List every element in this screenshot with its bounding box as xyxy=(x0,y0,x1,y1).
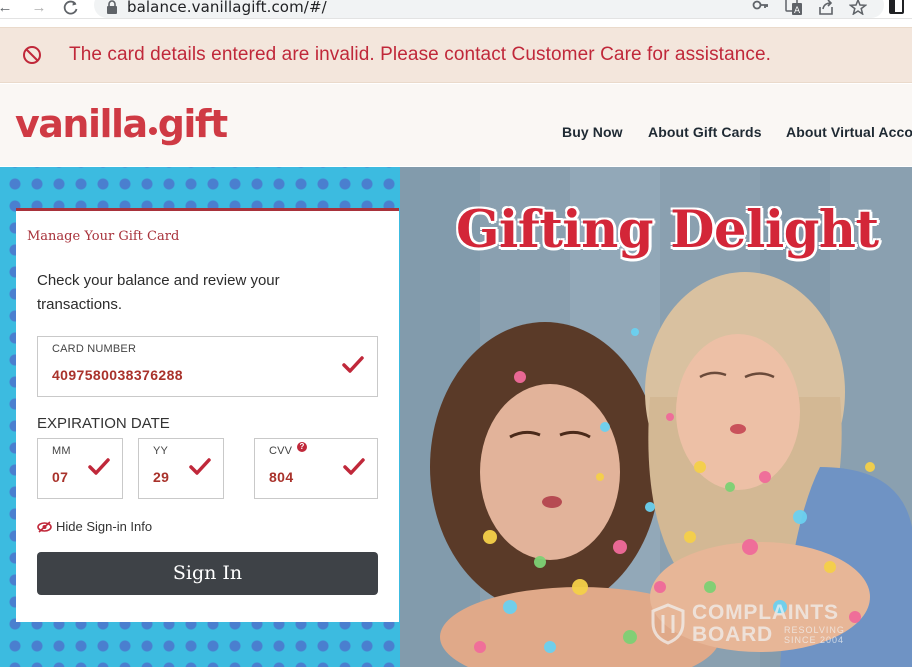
watermark-tagline-1: RESOLVING xyxy=(784,625,845,635)
nav-about-gift-cards[interactable]: About Gift Cards xyxy=(648,124,762,140)
complaints-board-watermark: COMPLAINTS BOARD RESOLVING SINCE 2004 xyxy=(650,601,870,651)
yy-label: YY xyxy=(153,445,169,457)
error-message: The card details entered are invalid. Pl… xyxy=(69,44,772,65)
expiration-year-field[interactable]: YY 29 xyxy=(138,438,224,499)
expiration-date-label: EXPIRATION DATE xyxy=(37,415,170,432)
nav-about-virtual-accounts[interactable]: About Virtual Accou xyxy=(786,124,912,140)
yy-value[interactable]: 29 xyxy=(153,469,169,485)
expiration-month-field[interactable]: MM 07 xyxy=(37,438,123,499)
logo-part-vanilla: vanilla xyxy=(15,102,148,146)
hide-sign-in-info-label: Hide Sign-in Info xyxy=(56,519,153,534)
cvv-field[interactable]: CVV ? 804 xyxy=(254,438,378,499)
star-icon[interactable] xyxy=(849,0,867,15)
watermark-tagline: RESOLVING SINCE 2004 xyxy=(784,625,845,645)
nav-buy-now[interactable]: Buy Now xyxy=(562,124,623,140)
checkmark-icon xyxy=(342,356,364,373)
logo-part-gift: gift xyxy=(157,102,228,146)
checkmark-icon xyxy=(343,458,365,475)
reload-icon[interactable] xyxy=(60,0,82,19)
help-icon[interactable]: ? xyxy=(297,442,307,452)
sign-in-button[interactable]: Sign In xyxy=(37,552,378,595)
checkmark-icon xyxy=(189,458,211,475)
key-icon[interactable] xyxy=(752,0,770,15)
eye-slash-icon xyxy=(37,521,52,533)
back-arrow-icon[interactable]: ← xyxy=(0,0,16,19)
error-alert: The card details entered are invalid. Pl… xyxy=(0,27,912,83)
watermark-line2: BOARD xyxy=(692,623,773,646)
cvv-value[interactable]: 804 xyxy=(269,469,294,485)
url-text[interactable]: balance.vanillagift.com/#/ xyxy=(127,0,327,16)
card-number-value[interactable]: 4097580038376288 xyxy=(52,367,183,383)
forward-arrow-icon[interactable]: → xyxy=(28,0,50,19)
panel-description: Check your balance and review your trans… xyxy=(37,272,280,313)
card-number-field[interactable]: CARD NUMBER 4097580038376288 xyxy=(37,336,378,397)
logo-dot xyxy=(148,127,157,135)
share-icon[interactable] xyxy=(818,0,836,15)
browser-toolbar: ← → balance.vanillagift.com/#/ A xyxy=(0,0,912,19)
lock-icon xyxy=(107,0,117,14)
shield-icon xyxy=(651,603,685,645)
sidebar-icon[interactable] xyxy=(888,0,906,15)
vanilla-gift-logo[interactable]: vanilla gift xyxy=(15,102,228,146)
checkmark-icon xyxy=(88,458,110,475)
prohibited-icon xyxy=(23,46,41,64)
card-number-label: CARD NUMBER xyxy=(52,343,137,355)
mm-label: MM xyxy=(52,445,71,457)
watermark-line1: COMPLAINTS xyxy=(692,601,839,624)
hero-headline: Gifting Delight xyxy=(456,200,879,260)
watermark-tagline-2: SINCE 2004 xyxy=(784,635,845,645)
translate-icon[interactable]: A xyxy=(785,0,803,15)
manage-gift-card-panel: Manage Your Gift Card Check your balance… xyxy=(16,208,399,622)
svg-text:A: A xyxy=(794,6,801,15)
mm-value[interactable]: 07 xyxy=(52,469,68,485)
cvv-label: CVV xyxy=(269,445,293,457)
panel-title: Manage Your Gift Card xyxy=(27,229,180,244)
